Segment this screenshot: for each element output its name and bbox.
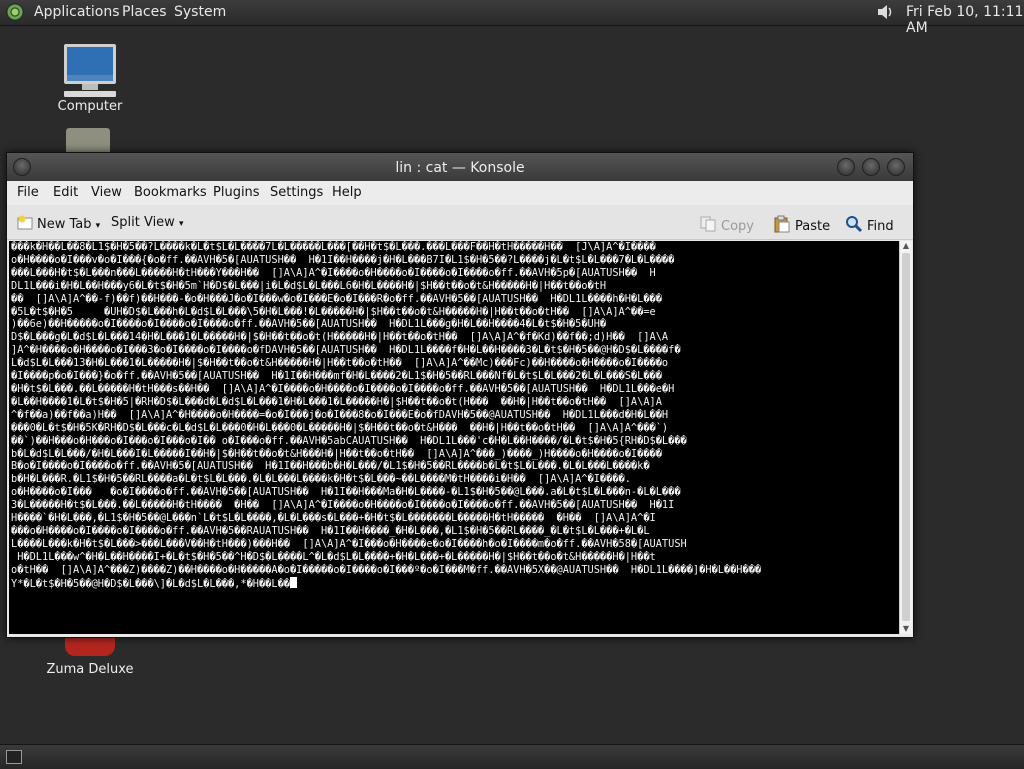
distro-logo-icon[interactable]: [6, 3, 24, 21]
terminal-line: �L��H����1�L�t$�H�5|�RH�D$�L���d�L�d$L�L…: [11, 395, 662, 408]
copy-icon: [700, 216, 716, 232]
close-icon[interactable]: [887, 158, 905, 176]
desktop-icon-computer[interactable]: Computer: [50, 44, 130, 114]
terminal-line: ���0�L�t$�H�5K�RH�D$�L���c�L�d$L�L���0�H…: [11, 421, 669, 434]
keyboard-shape: [64, 91, 116, 97]
applications-menu[interactable]: Applications: [34, 4, 120, 20]
scroll-up-icon[interactable]: ▲: [900, 241, 912, 251]
menu-file[interactable]: File: [17, 185, 39, 200]
chevron-down-icon: ▾: [178, 219, 184, 229]
terminal-line: ^�f��a)��f��a)H�� []A\A]A^�H����o�H����=…: [11, 408, 669, 421]
places-menu[interactable]: Places: [122, 4, 167, 20]
terminal-line: )��6e)��H�����o�I����o�I����o�I����o�ff.…: [11, 318, 607, 331]
terminal-line: o�H����o�I��� �o�I����o�ff.��AVH�5��[AUA…: [11, 486, 681, 499]
menu-settings[interactable]: Settings: [270, 185, 323, 200]
terminal-line: �I����p�o�I���}�o�ff.��AVH�5��[AUATUSH��…: [11, 370, 662, 383]
terminal-line: 3�L�����H�t$�L���.��L�����H�tH���� �H�� …: [11, 499, 675, 512]
split-view-label: Split View: [111, 215, 175, 230]
system-menu[interactable]: System: [174, 4, 226, 20]
menu-edit[interactable]: Edit: [53, 185, 78, 200]
terminal-line: ��`)��H���o�H���o�I���o�I���o�I�� o�I���…: [11, 434, 687, 447]
copy-button[interactable]: Copy: [699, 215, 754, 234]
new-tab-icon: [17, 215, 33, 230]
terminal-line: L�d$L�L���13�H�L���1�L�����H�|$�H��t��o�…: [11, 357, 669, 370]
menu-bookmarks[interactable]: Bookmarks: [134, 185, 207, 200]
menubar: File Edit View Bookmarks Plugins Setting…: [7, 181, 913, 205]
terminal-line: �5L�t$�H�5 �UH�D$�L���h�L�d$L�L���\5�H�L…: [11, 305, 656, 318]
terminal-line: Y*�L�t$�H�5��@H�D$�L���\]�L�d$L�L���,*�H…: [11, 576, 901, 591]
terminal-scrollbar[interactable]: ▲ ▼: [899, 241, 912, 634]
terminal-cursor: [289, 576, 297, 588]
split-view-button[interactable]: Split View ▾: [111, 215, 183, 230]
menu-help[interactable]: Help: [332, 185, 362, 200]
terminal-line: B�o�I����o�I����o�ff.��AVH�5�[AUATUSH�� …: [11, 460, 650, 473]
terminal-line: DL1L���i�H�L��H���y6�L�t$�H�5m`H�D$�L���…: [11, 279, 607, 292]
terminal-output[interactable]: ���k�H��L��8�L1$�H�5��?L����k�L�t$L�L���…: [9, 241, 903, 634]
minimize-icon[interactable]: [837, 158, 855, 176]
show-desktop-icon: [6, 750, 22, 764]
terminal-line: b�L�d$L�L���/�H�L���I�L�����I��H�|$�H��t…: [11, 447, 662, 460]
menu-view[interactable]: View: [91, 185, 122, 200]
clock[interactable]: Fri Feb 10, 11:11 AM: [906, 4, 1024, 36]
scroll-down-icon[interactable]: ▼: [900, 624, 912, 634]
desktop-icon-zuma-deluxe[interactable]: Zuma Deluxe: [40, 634, 140, 677]
new-tab-label: New Tab: [37, 217, 92, 232]
menu-plugins[interactable]: Plugins: [213, 185, 260, 200]
window-menu-icon[interactable]: [13, 158, 31, 176]
new-tab-button[interactable]: New Tab ▾: [17, 215, 100, 232]
chevron-down-icon: ▾: [95, 221, 101, 231]
terminal-line: o�H����o�I���v�o�I���{�o�ff.��AVH�5�[AUA…: [11, 253, 675, 266]
monitor-stand: [82, 84, 98, 90]
search-icon: [846, 216, 863, 233]
terminal-line: ���o�H����o�I����o�I����o�ff.��AVH�5��RA…: [11, 524, 650, 537]
terminal-line: b�H�L���R.�L1$�H�5��RL����a�L�t$L�L���.�…: [11, 473, 631, 486]
window-titlebar[interactable]: lin : cat — Konsole: [7, 153, 913, 181]
desktop-icon-label: Computer: [57, 99, 123, 114]
copy-label: Copy: [721, 219, 754, 234]
konsole-window: lin : cat — Konsole File Edit View Bookm…: [6, 152, 914, 638]
paste-button[interactable]: Paste: [773, 215, 830, 234]
folder-icon[interactable]: [66, 128, 110, 152]
terminal-line: H�DL1L���w^�H�L��H����I+�L�t$�H�5��^H�D$…: [11, 550, 656, 563]
terminal-line: L����L���k�H�t$�L���>���L���V��H�tH���)�…: [11, 537, 687, 550]
scrollbar-thumb[interactable]: [902, 253, 910, 621]
find-label: Find: [867, 219, 894, 234]
window-title: lin : cat — Konsole: [395, 160, 525, 176]
terminal-line: �� []A\A]A^��-f)��f)��H���-�o�H���J�o�I�…: [11, 292, 662, 305]
terminal-line: D$�L���g�L�d$L�L���14�H�L���1�L�����H�|$…: [11, 331, 669, 344]
paste-label: Paste: [795, 219, 831, 234]
computer-icon: [64, 44, 116, 84]
terminal-line: H����`�H�L���,�L1$�H�5��@L���n`L�t$L�L��…: [11, 512, 656, 525]
find-button[interactable]: Find: [845, 215, 894, 234]
toolbar: New Tab ▾ Split View ▾ Copy Paste Find: [7, 205, 913, 240]
volume-icon[interactable]: [876, 3, 894, 21]
maximize-icon[interactable]: [862, 158, 880, 176]
top-panel: Applications Places System Fri Feb 10, 1…: [0, 0, 1024, 36]
terminal-line: ]A^�H����o�H����o�I���3�o�I����o�I����o�…: [11, 344, 681, 357]
paste-icon: [774, 215, 790, 233]
show-desktop-button[interactable]: [4, 747, 28, 767]
desktop-icon-label: Zuma Deluxe: [46, 662, 134, 677]
terminal-line: �H�t$�L���.��L�����H�tH���s��H�� []A\A]A…: [11, 382, 675, 395]
terminal-line: ���L���H�t$�L���n���L�����H�tH���Y���H��…: [11, 266, 656, 279]
bottom-panel: [0, 744, 1024, 769]
terminal-line: o�tH�� []A\A]A^���Z)����Z)��H����o�H����…: [11, 563, 762, 576]
terminal-line: ���k�H��L��8�L1$�H�5��?L����k�L�t$L�L���…: [11, 241, 656, 253]
